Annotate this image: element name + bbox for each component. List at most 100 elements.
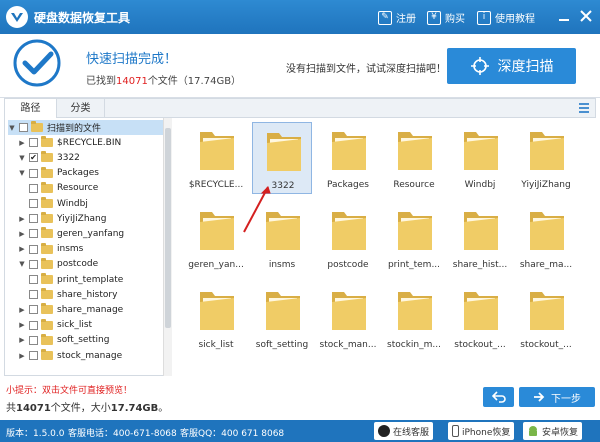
tree-scrollbar[interactable] (163, 118, 172, 376)
crosshair-icon (470, 57, 489, 75)
file-item[interactable]: YiyiJiZhang (516, 122, 576, 194)
tree-item[interactable]: ▶ soft_setting (18, 333, 168, 348)
tree-checkbox[interactable] (19, 123, 28, 132)
tree-item[interactable]: share_history (18, 287, 168, 302)
tree-checkbox[interactable] (29, 320, 38, 330)
file-name: share_hist... (452, 260, 508, 270)
tree-checkbox[interactable] (29, 229, 38, 239)
file-item[interactable]: soft_setting (252, 282, 312, 354)
expand-arrow-icon[interactable]: ▼ (18, 154, 26, 162)
next-step-button[interactable]: 下一步 (519, 387, 595, 407)
expand-arrow-icon[interactable]: ▶ (18, 306, 26, 314)
tree-checkbox[interactable] (29, 138, 38, 148)
file-item[interactable]: Packages (318, 122, 378, 194)
expand-arrow-icon[interactable]: ▶ (18, 245, 26, 253)
file-item[interactable]: stock_man... (318, 282, 378, 354)
folder-icon (41, 333, 53, 345)
tree-checkbox[interactable] (29, 259, 38, 269)
tree-checkbox[interactable]: ✔ (29, 153, 38, 163)
status-bar: 版本：1.5.0.0 客服电话：400-671-8068 客服QQ：400 67… (0, 420, 600, 442)
folder-icon (41, 273, 53, 284)
close-button[interactable] (578, 8, 594, 24)
file-item[interactable]: stockout_... (516, 282, 576, 354)
tree-checkbox[interactable] (29, 305, 38, 315)
view-menu-icon[interactable] (579, 103, 589, 113)
file-item[interactable]: share_ma... (516, 202, 576, 274)
file-item[interactable]: Resource (384, 122, 444, 194)
register-link[interactable]: ✎ 注册 (378, 10, 416, 25)
buy-link[interactable]: ¥ 购买 (427, 10, 465, 25)
total-summary: 共14071个文件，大小17.74GB。 (6, 399, 168, 414)
expand-arrow-icon[interactable]: ▶ (18, 352, 26, 360)
tree-checkbox[interactable] (29, 183, 38, 193)
tree-checkbox[interactable] (29, 290, 38, 300)
deep-scan-button[interactable]: 深度扫描 (447, 48, 576, 84)
file-item[interactable]: 3322 (252, 122, 312, 194)
tree-scrollbar-thumb[interactable] (165, 128, 171, 328)
tree-item[interactable]: ▼ ✔ 3322 (18, 150, 168, 165)
iphone-recovery-button[interactable]: iPhone恢复 (448, 422, 515, 440)
back-arrow-icon (491, 391, 506, 403)
file-item[interactable]: share_hist... (450, 202, 510, 274)
tree-item[interactable]: ▶ insms (18, 242, 168, 257)
file-item[interactable]: sick_list (186, 282, 246, 354)
tree-item[interactable]: ▶ share_manage (18, 302, 168, 317)
tree-item[interactable]: ▼ Packages (18, 166, 168, 181)
tree-checkbox[interactable] (29, 275, 38, 284)
folder-icon (41, 197, 53, 208)
back-button[interactable] (483, 387, 514, 407)
tree-item[interactable]: ▶ $RECYCLE.BIN (18, 135, 168, 150)
folder-icon (264, 288, 302, 332)
tree-item-label: share_history (57, 289, 118, 300)
folder-icon (330, 128, 368, 172)
file-item[interactable]: stockin_m... (384, 282, 444, 354)
tree-item[interactable]: Resource (18, 181, 168, 196)
expand-arrow-icon[interactable]: ▶ (18, 230, 26, 238)
file-item[interactable]: insms (252, 202, 312, 274)
tree-item[interactable]: ▶ sick_list (18, 318, 168, 333)
tree-item[interactable]: ▶ stock_manage (18, 348, 168, 363)
tree-checkbox[interactable] (29, 214, 38, 224)
expand-arrow-icon[interactable]: ▼ (8, 124, 16, 132)
file-item[interactable]: geren_yan... (186, 202, 246, 274)
app-logo-icon (6, 6, 28, 28)
file-item[interactable]: postcode (318, 202, 378, 274)
tree-item-label: insms (57, 244, 84, 255)
online-support-button[interactable]: 在线客服 (374, 422, 434, 440)
tab-path[interactable]: 路径 (5, 99, 57, 118)
expand-arrow-icon[interactable]: ▶ (18, 215, 26, 223)
view-tabs: 路径 分类 (4, 98, 596, 118)
expand-arrow-icon[interactable]: ▶ (18, 321, 26, 329)
file-item[interactable]: Windbj (450, 122, 510, 194)
tree-checkbox[interactable] (29, 351, 38, 360)
tree-item[interactable]: ▶ geren_yanfang (18, 226, 168, 241)
total-suffix: 。 (158, 403, 169, 414)
expand-arrow-icon[interactable]: ▼ (18, 169, 26, 177)
tree-checkbox[interactable] (29, 335, 38, 345)
total-count: 14071 (16, 403, 51, 414)
tab-category[interactable]: 分类 (57, 99, 105, 118)
support-qq: 客服QQ：400 671 8068 (180, 429, 285, 439)
expand-arrow-icon[interactable]: ▶ (18, 139, 26, 147)
file-item[interactable]: $RECYCLE... (186, 122, 246, 194)
tree-item[interactable]: ▶ YiyiJiZhang (18, 211, 168, 226)
expand-arrow-icon[interactable]: ▶ (18, 336, 26, 344)
tree-checkbox[interactable] (29, 199, 38, 208)
tutorial-link[interactable]: i 使用教程 (477, 10, 535, 25)
folder-icon (41, 303, 53, 315)
android-recovery-button[interactable]: 安卓恢复 (523, 422, 583, 440)
tree-item[interactable]: ▼ 扫描到的文件 (8, 120, 168, 135)
tree-item[interactable]: print_template (18, 272, 168, 287)
found-files-summary: 已找到14071个文件（17.74GB） (86, 72, 241, 87)
minimize-button[interactable] (556, 8, 572, 24)
file-name: print_tem... (387, 260, 441, 270)
tree-item-label: Windbj (57, 198, 88, 209)
file-item[interactable]: stockout_... (450, 282, 510, 354)
tree-checkbox[interactable] (29, 168, 38, 178)
folder-icon (41, 242, 53, 254)
file-item[interactable]: print_tem... (384, 202, 444, 274)
expand-arrow-icon[interactable]: ▼ (18, 260, 26, 268)
tree-checkbox[interactable] (29, 244, 38, 254)
tree-item[interactable]: Windbj (18, 196, 168, 211)
tree-item[interactable]: ▼ postcode (18, 257, 168, 272)
